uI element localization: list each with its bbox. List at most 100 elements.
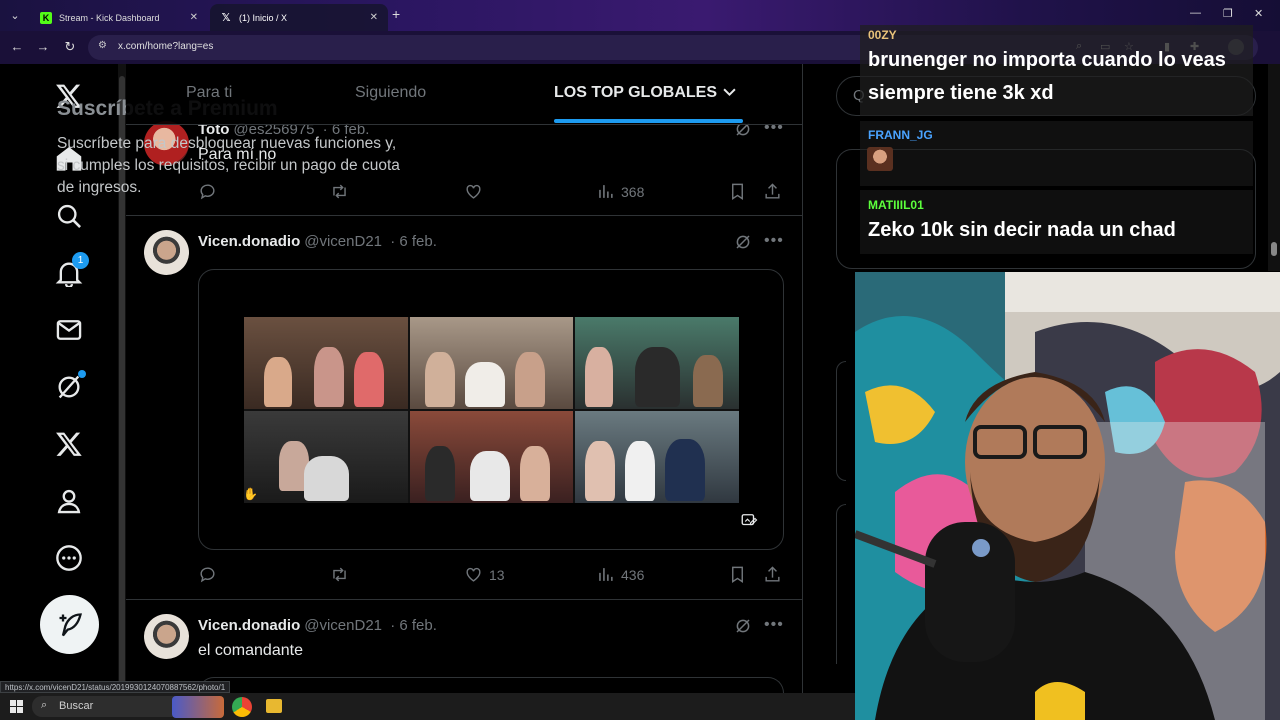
tweet-date[interactable]: · 6 feb. <box>390 617 437 634</box>
file-explorer-icon[interactable] <box>266 699 282 713</box>
tweet-header: Vicen.donadio @vicenD21 · 6 feb. <box>198 617 437 634</box>
notifications-icon[interactable]: 1 <box>52 252 89 290</box>
repost-icon <box>333 567 346 582</box>
webcam-video <box>855 272 1280 720</box>
site-info-icon[interactable]: ⚙ <box>98 40 110 52</box>
grok-icon[interactable] <box>52 370 86 404</box>
restore-icon[interactable]: ❐ <box>1223 7 1233 20</box>
link-status-url: https://x.com/vicenD21/status/2019930124… <box>0 681 231 693</box>
tweet[interactable]: Vicen.donadio @vicenD21 · 6 feb. ••• 13 … <box>126 216 802 600</box>
timeline-header: Para ti Siguiendo LOS TOP GLOBALES <box>126 64 802 125</box>
chevron-down-icon[interactable] <box>723 86 736 100</box>
windows-start-icon[interactable] <box>10 700 23 713</box>
browser-tab-x[interactable]: 𝕏 (1) Inicio / X ✕ <box>210 4 388 31</box>
collage-photo <box>409 411 574 503</box>
tweet-media[interactable] <box>198 677 784 693</box>
share-icon <box>765 183 780 199</box>
close-window-icon[interactable]: ✕ <box>1254 7 1263 20</box>
share-icon <box>765 566 780 582</box>
back-icon[interactable]: ← <box>9 39 25 54</box>
grok-image-edit-icon[interactable] <box>735 506 763 534</box>
views-icon <box>599 185 613 198</box>
avatar[interactable] <box>144 230 189 275</box>
tweet-date[interactable]: · 6 feb. <box>390 233 437 250</box>
photo-collage[interactable] <box>244 317 739 503</box>
bookmark-button[interactable] <box>728 565 747 584</box>
bookmark-icon <box>732 566 743 583</box>
views-button[interactable]: 436 <box>596 565 644 584</box>
kick-icon: K <box>40 11 52 24</box>
views-count: 368 <box>621 183 645 200</box>
handle[interactable]: @vicenD21 <box>304 617 382 634</box>
chat-username: 00ZY <box>868 28 897 42</box>
chat-message: 00ZY brunenger no importa cuando lo veas… <box>860 25 1253 116</box>
new-tab-button[interactable]: + <box>392 6 400 22</box>
more-icon[interactable] <box>52 541 86 575</box>
forward-icon[interactable]: → <box>35 39 51 54</box>
tweet-media[interactable] <box>198 269 784 550</box>
chat-message: MATIIIL01 Zeko 10k sin decir nada un cha… <box>860 190 1253 254</box>
grok-icon[interactable] <box>734 233 752 251</box>
x-logo-icon: 𝕏 <box>221 12 231 24</box>
collage-photo <box>409 317 574 409</box>
tweet-header: Vicen.donadio @vicenD21 · 6 feb. <box>198 233 437 250</box>
close-tab-icon[interactable]: ✕ <box>190 12 198 23</box>
views-icon <box>599 568 613 581</box>
collage-photo <box>244 317 408 409</box>
handle[interactable]: @vicenD21 <box>304 233 382 250</box>
repost-button[interactable] <box>330 565 349 584</box>
like-button[interactable] <box>464 182 483 201</box>
premium-body: Suscríbete para desbloquear nuevas funci… <box>57 135 400 196</box>
scroll-thumb[interactable] <box>1271 242 1277 256</box>
tab-search-menu-icon[interactable]: ⌄ <box>6 7 24 25</box>
heart-icon <box>466 184 481 199</box>
reload-icon[interactable]: ↻ <box>62 39 78 55</box>
grok-icon[interactable] <box>734 617 752 635</box>
webcam-feed-image <box>855 272 1280 720</box>
tweet-actions: 13 436 <box>198 565 788 585</box>
chrome-icon[interactable] <box>232 697 252 717</box>
tab-title: Stream - Kick Dashboard <box>59 12 160 23</box>
taskbar-widget-icon[interactable] <box>172 696 224 718</box>
post-button[interactable] <box>40 595 99 654</box>
reply-icon <box>200 567 215 583</box>
active-tab-indicator <box>554 119 743 123</box>
views-count: 436 <box>621 566 645 583</box>
more-options-icon[interactable]: ••• <box>764 232 784 250</box>
display-name[interactable]: Vicen.donadio <box>198 233 300 250</box>
page-scrollbar[interactable] <box>1268 64 1280 271</box>
tab-los-top-globales[interactable]: LOS TOP GLOBALES <box>554 84 736 102</box>
share-button[interactable] <box>763 565 782 584</box>
messages-icon[interactable] <box>52 313 86 347</box>
close-tab-icon[interactable]: ✕ <box>370 12 378 23</box>
feather-plus-icon <box>59 612 82 636</box>
display-name[interactable]: Vicen.donadio <box>198 617 300 634</box>
tab-siguiendo[interactable]: Siguiendo <box>355 84 426 102</box>
search-icon[interactable] <box>52 199 86 233</box>
chat-message: FRANN_JG <box>860 121 1253 186</box>
like-button[interactable]: 13 <box>464 565 505 584</box>
bookmark-button[interactable] <box>728 182 747 201</box>
views-button[interactable]: 368 <box>596 182 644 201</box>
tweet[interactable]: Vicen.donadio @vicenD21 · 6 feb. ••• el c… <box>126 600 802 693</box>
chat-username: FRANN_JG <box>868 128 933 142</box>
search-icon: ⌕ <box>41 699 48 711</box>
url-text[interactable]: x.com/home?lang=es <box>118 41 213 52</box>
more-options-icon[interactable]: ••• <box>764 616 784 634</box>
premium-x-icon[interactable] <box>52 427 86 461</box>
profile-icon[interactable] <box>52 484 86 518</box>
trends-card-edge <box>836 361 846 481</box>
minimize-icon[interactable]: — <box>1190 7 1201 19</box>
grok-new-dot <box>78 370 86 378</box>
avatar[interactable] <box>144 614 189 659</box>
bookmark-icon <box>732 183 743 200</box>
reply-button[interactable] <box>198 565 217 584</box>
tab-para-ti[interactable]: Para ti <box>186 84 232 102</box>
collage-photo <box>575 411 739 503</box>
browser-tab-kick[interactable]: K Stream - Kick Dashboard ✕ <box>30 4 208 31</box>
emote-icon <box>867 147 893 171</box>
notification-badge: 1 <box>72 252 89 269</box>
chat-text: Zeko 10k sin decir nada un chad <box>868 219 1176 241</box>
windows-taskbar: ⌕ Buscar <box>0 693 855 720</box>
share-button[interactable] <box>763 182 782 201</box>
